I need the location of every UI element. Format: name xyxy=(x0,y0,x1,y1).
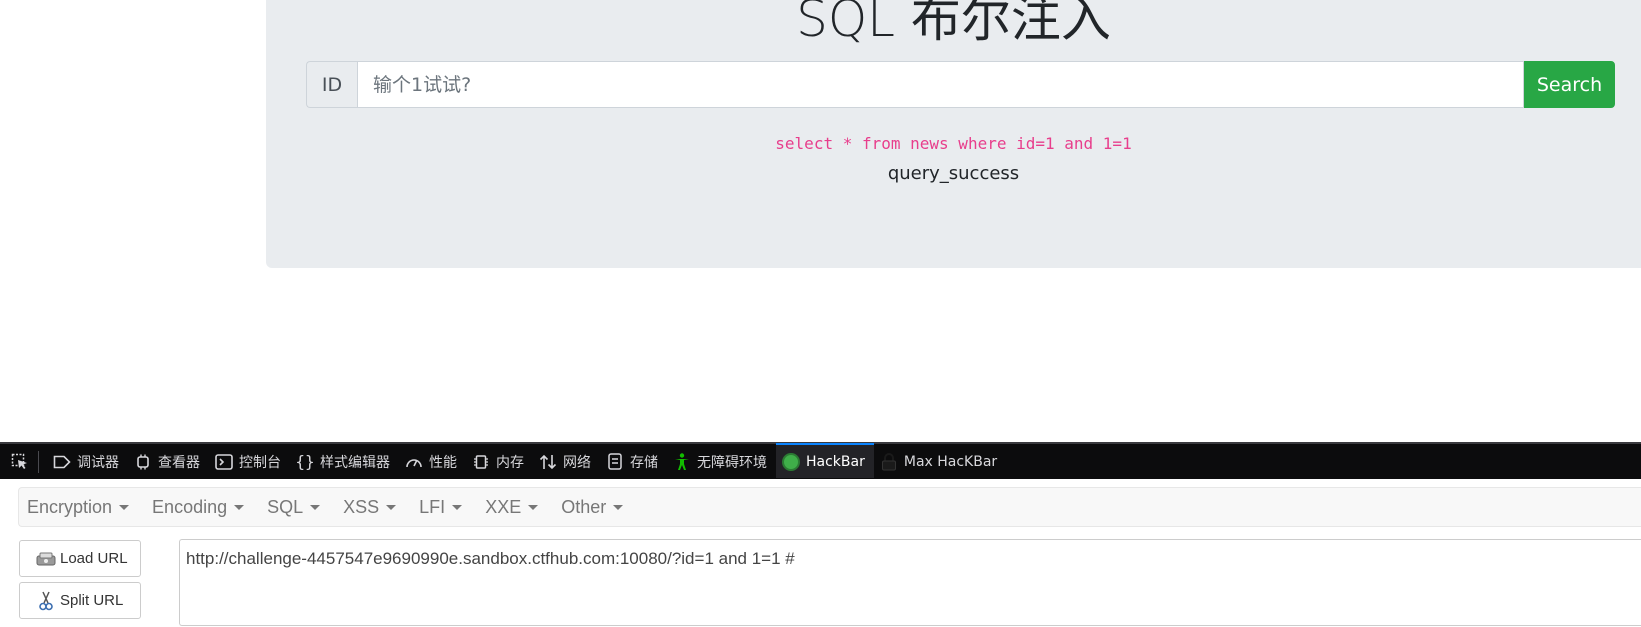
tab-style-editor[interactable]: {} 样式编辑器 xyxy=(290,444,399,479)
caret-down-icon xyxy=(119,504,130,510)
load-url-icon xyxy=(36,550,56,568)
query-result-text: query_success xyxy=(887,163,1020,184)
element-picker-icon[interactable] xyxy=(8,444,32,479)
caret-down-icon xyxy=(234,504,245,510)
caret-down-icon xyxy=(452,504,463,510)
menu-xss[interactable]: XSS xyxy=(335,487,404,527)
accessibility-icon xyxy=(671,451,693,473)
scissors-icon xyxy=(36,591,56,610)
tab-label: 调试器 xyxy=(77,454,119,471)
debugger-icon xyxy=(51,451,73,473)
tab-label: HackBar xyxy=(806,453,865,470)
tab-storage[interactable]: 存储 xyxy=(600,444,667,479)
menu-encryption[interactable]: Encryption xyxy=(19,487,137,527)
tab-label: 性能 xyxy=(429,454,457,471)
menu-label: Other xyxy=(561,496,607,517)
tab-label: 网络 xyxy=(563,454,591,471)
tab-label: 存储 xyxy=(630,454,658,471)
caret-down-icon xyxy=(613,504,624,510)
id-input[interactable] xyxy=(357,61,1524,108)
caret-down-icon xyxy=(386,504,397,510)
tab-memory[interactable]: 内存 xyxy=(466,444,533,479)
tab-console[interactable]: 控制台 xyxy=(209,444,290,479)
load-url-label: Load URL xyxy=(60,550,128,567)
search-button[interactable]: Search xyxy=(1524,61,1615,108)
tab-network[interactable]: 网络 xyxy=(533,444,600,479)
tab-label: 内存 xyxy=(496,454,524,471)
inspector-icon xyxy=(132,451,154,473)
load-url-button[interactable]: Load URL xyxy=(19,540,141,577)
memory-icon xyxy=(470,451,492,473)
network-icon xyxy=(537,451,559,473)
split-url-label: Split URL xyxy=(60,592,124,609)
hackbar-panel: Encryption Encoding SQL XSS LFI XXE Othe… xyxy=(0,479,1641,627)
toolbar-divider xyxy=(38,450,39,473)
tab-label: 无障碍环境 xyxy=(697,454,767,471)
devtools-toolbar: 调试器 查看器 控制台 {} 样式编辑器 性能 内存 网络 存储 无障碍环境 H… xyxy=(0,442,1641,479)
storage-icon xyxy=(604,451,626,473)
tab-max-hackbar[interactable]: Max HacKBar xyxy=(874,444,1006,479)
tab-label: 查看器 xyxy=(158,454,200,471)
menu-encoding[interactable]: Encoding xyxy=(144,487,252,527)
page-title: SQL 布尔注入 xyxy=(796,0,1111,48)
menu-other[interactable]: Other xyxy=(553,487,631,527)
caret-down-icon xyxy=(310,504,321,510)
tab-inspector[interactable]: 查看器 xyxy=(128,444,209,479)
menu-xxe[interactable]: XXE xyxy=(477,487,546,527)
tab-label: 控制台 xyxy=(239,454,281,471)
hackbar-icon xyxy=(780,451,802,473)
tab-performance[interactable]: 性能 xyxy=(399,444,466,479)
menu-sql[interactable]: SQL xyxy=(259,487,328,527)
tab-accessibility[interactable]: 无障碍环境 xyxy=(667,444,776,479)
menu-label: LFI xyxy=(419,496,446,517)
web-page: SQL 布尔注入 ID Search select * from news wh… xyxy=(0,0,1641,442)
performance-icon xyxy=(403,451,425,473)
tab-hackbar[interactable]: HackBar xyxy=(776,443,874,478)
url-textarea[interactable]: http://challenge-4457547e9690990e.sandbo… xyxy=(179,539,1641,626)
style-editor-icon: {} xyxy=(295,452,315,471)
tab-label: Max HacKBar xyxy=(903,453,998,470)
menu-label: Encryption xyxy=(27,496,113,517)
sql-query-text: select * from news where id=1 and 1=1 xyxy=(775,134,1132,153)
menu-lfi[interactable]: LFI xyxy=(411,487,470,527)
console-icon xyxy=(213,451,235,473)
menu-label: Encoding xyxy=(152,496,228,517)
tab-label: 样式编辑器 xyxy=(320,454,390,471)
search-form: ID Search xyxy=(306,61,1615,108)
menu-label: SQL xyxy=(267,496,304,517)
lock-icon xyxy=(878,451,900,473)
hackbar-menu: Encryption Encoding SQL XSS LFI XXE Othe… xyxy=(18,487,1641,527)
caret-down-icon xyxy=(528,504,539,510)
menu-label: XSS xyxy=(343,496,380,517)
id-label: ID xyxy=(306,61,357,108)
menu-label: XXE xyxy=(485,496,522,517)
split-url-button[interactable]: Split URL xyxy=(19,582,141,619)
tab-debugger[interactable]: 调试器 xyxy=(47,444,128,479)
jumbotron: SQL 布尔注入 ID Search select * from news wh… xyxy=(266,0,1641,268)
